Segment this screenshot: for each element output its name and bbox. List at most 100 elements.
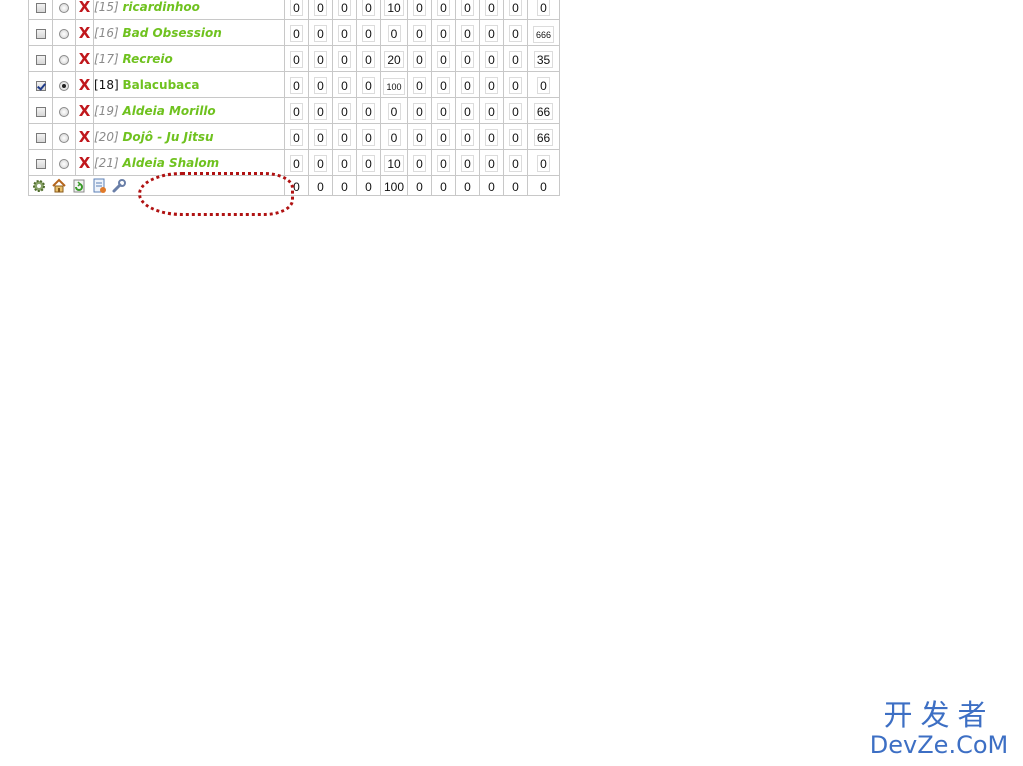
value-input[interactable]: 0: [461, 51, 474, 68]
row-radio[interactable]: [59, 80, 69, 91]
value-input[interactable]: 0: [290, 103, 303, 120]
row-radio[interactable]: [59, 2, 69, 13]
value-input[interactable]: 0: [509, 0, 522, 16]
value-input[interactable]: 0: [362, 77, 375, 94]
value-input[interactable]: 0: [413, 51, 426, 68]
value-input[interactable]: 0: [338, 77, 351, 94]
value-input[interactable]: 0: [362, 129, 375, 146]
value-input[interactable]: 0: [437, 103, 450, 120]
value-input[interactable]: 0: [509, 103, 522, 120]
value-input[interactable]: 0: [362, 0, 375, 16]
row-radio[interactable]: [59, 54, 69, 65]
value-input[interactable]: 0: [413, 77, 426, 94]
value-input[interactable]: 0: [509, 25, 522, 42]
value-input[interactable]: 0: [314, 129, 327, 146]
row-name-link[interactable]: Dojô - Ju Jitsu: [122, 130, 213, 144]
value-input[interactable]: 0: [338, 0, 351, 16]
value-input[interactable]: 0: [362, 103, 375, 120]
value-input[interactable]: 0: [461, 77, 474, 94]
value-input[interactable]: 0: [413, 155, 426, 172]
row-name-link[interactable]: Aldeia Shalom: [122, 156, 219, 170]
value-input[interactable]: 0: [437, 0, 450, 16]
value-input[interactable]: 0: [509, 51, 522, 68]
value-input[interactable]: 0: [290, 25, 303, 42]
value-input[interactable]: 0: [290, 129, 303, 146]
row-name-link[interactable]: Recreio: [122, 52, 172, 66]
value-input[interactable]: 0: [290, 0, 303, 16]
value-input[interactable]: 0: [461, 0, 474, 16]
value-input[interactable]: 35: [533, 51, 554, 68]
value-input[interactable]: 0: [461, 103, 474, 120]
row-name-link[interactable]: Aldeia Morillo: [122, 104, 215, 118]
value-input[interactable]: 0: [290, 155, 303, 172]
value-input[interactable]: 0: [537, 155, 550, 172]
value-input[interactable]: 0: [387, 129, 401, 146]
value-input[interactable]: 0: [413, 25, 426, 42]
value-input[interactable]: 0: [537, 77, 550, 94]
value-input[interactable]: 0: [362, 51, 375, 68]
value-input[interactable]: 66: [533, 103, 554, 120]
value-input[interactable]: 666: [532, 25, 555, 43]
value-input[interactable]: 10: [384, 0, 404, 16]
document-icon[interactable]: [91, 178, 107, 194]
value-input[interactable]: 0: [362, 155, 375, 172]
value-input[interactable]: 0: [485, 77, 498, 94]
value-input[interactable]: 0: [461, 129, 474, 146]
row-radio[interactable]: [59, 106, 69, 117]
row-checkbox[interactable]: [35, 80, 46, 91]
refresh-icon[interactable]: [71, 178, 87, 194]
value-input[interactable]: 0: [485, 51, 498, 68]
value-input[interactable]: 0: [413, 0, 426, 16]
value-input[interactable]: 0: [509, 155, 522, 172]
value-input[interactable]: 0: [437, 77, 450, 94]
wrench-icon[interactable]: [111, 178, 127, 194]
home-icon[interactable]: [51, 178, 67, 194]
value-input[interactable]: 10: [384, 155, 404, 172]
value-input[interactable]: 0: [314, 51, 327, 68]
row-name-link[interactable]: Balacubaca: [122, 78, 199, 92]
row-name-link[interactable]: Bad Obsession: [122, 26, 221, 40]
value-input[interactable]: 0: [314, 0, 327, 16]
value-input[interactable]: 0: [314, 103, 327, 120]
value-input[interactable]: 0: [485, 25, 498, 42]
value-input[interactable]: 0: [413, 103, 426, 120]
value-input[interactable]: 0: [509, 129, 522, 146]
value-input[interactable]: 0: [437, 51, 450, 68]
delete-icon[interactable]: X: [79, 0, 91, 16]
value-input[interactable]: 0: [437, 155, 450, 172]
row-checkbox[interactable]: [35, 2, 46, 13]
row-radio[interactable]: [59, 132, 69, 143]
value-input[interactable]: 0: [387, 25, 401, 42]
value-input[interactable]: 0: [413, 129, 426, 146]
row-checkbox[interactable]: [35, 106, 46, 117]
value-input[interactable]: 20: [384, 51, 404, 68]
delete-icon[interactable]: X: [79, 128, 91, 146]
value-input[interactable]: 0: [485, 0, 498, 16]
delete-icon[interactable]: X: [79, 24, 91, 42]
value-input[interactable]: 0: [437, 25, 450, 42]
row-name-link[interactable]: ricardinhoo: [122, 0, 199, 14]
delete-icon[interactable]: X: [79, 102, 91, 120]
value-input[interactable]: 0: [314, 25, 327, 42]
row-radio[interactable]: [59, 158, 69, 169]
value-input[interactable]: 0: [338, 155, 351, 172]
delete-icon[interactable]: X: [79, 154, 91, 172]
value-input[interactable]: 0: [290, 51, 303, 68]
value-input[interactable]: 0: [314, 155, 327, 172]
value-input[interactable]: 0: [362, 25, 375, 42]
row-checkbox[interactable]: [35, 132, 46, 143]
row-checkbox[interactable]: [35, 158, 46, 169]
value-input[interactable]: 66: [533, 129, 554, 146]
value-input[interactable]: 0: [338, 129, 351, 146]
value-input[interactable]: 0: [485, 103, 498, 120]
value-input[interactable]: 100: [383, 77, 405, 95]
delete-icon[interactable]: X: [79, 76, 91, 94]
row-radio[interactable]: [59, 28, 69, 39]
gear-icon[interactable]: [31, 178, 47, 194]
delete-icon[interactable]: X: [79, 50, 91, 68]
value-input[interactable]: 0: [338, 103, 351, 120]
value-input[interactable]: 0: [338, 25, 351, 42]
value-input[interactable]: 0: [387, 103, 401, 120]
value-input[interactable]: 0: [537, 0, 550, 16]
row-checkbox[interactable]: [35, 28, 46, 39]
